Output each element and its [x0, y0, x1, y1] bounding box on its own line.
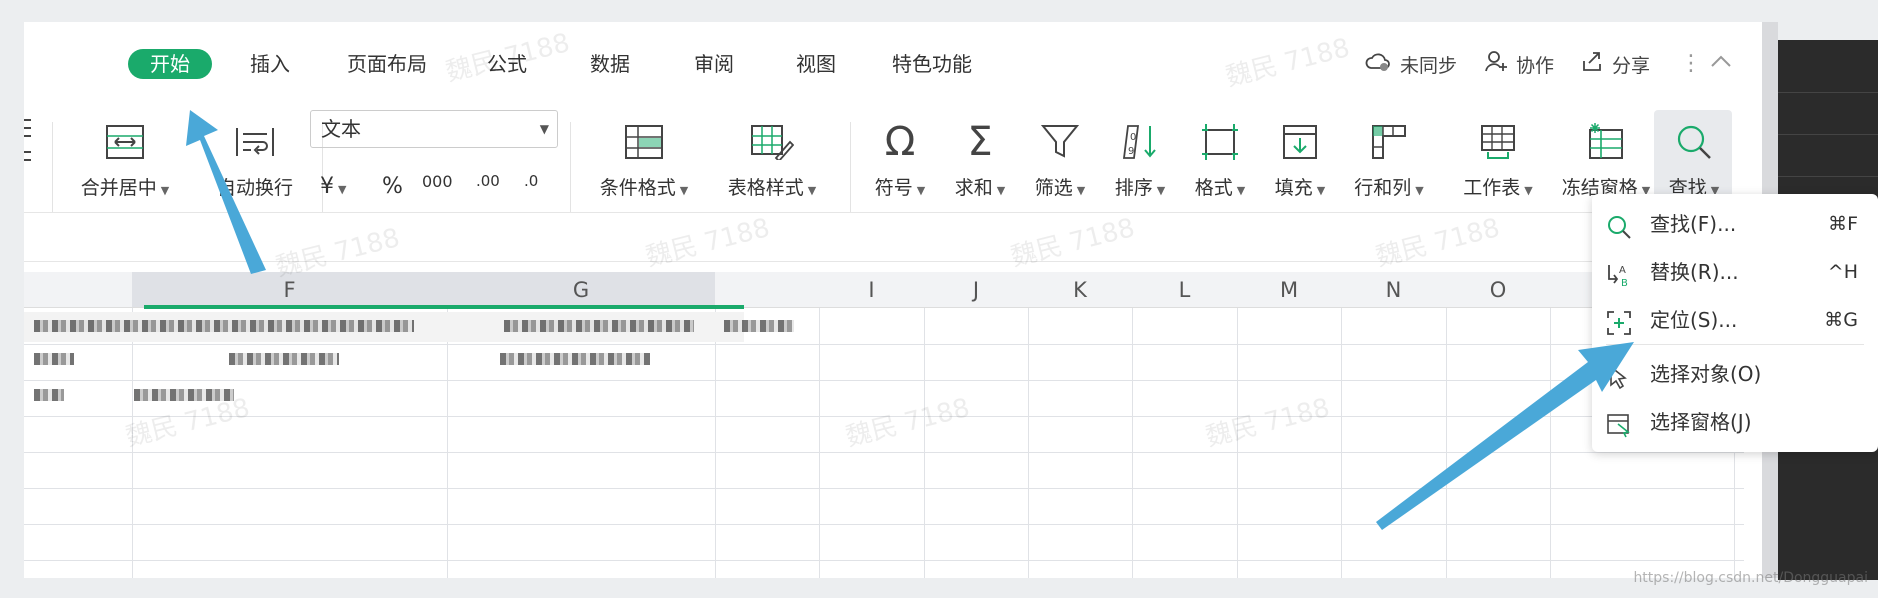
annotation-arrows: [186, 110, 1634, 530]
url-watermark: https://blog.csdn.net/Dongguapai: [1633, 570, 1868, 586]
arrow-to-goto-item: [1376, 342, 1634, 530]
arrow-to-home-tab: [186, 110, 266, 274]
